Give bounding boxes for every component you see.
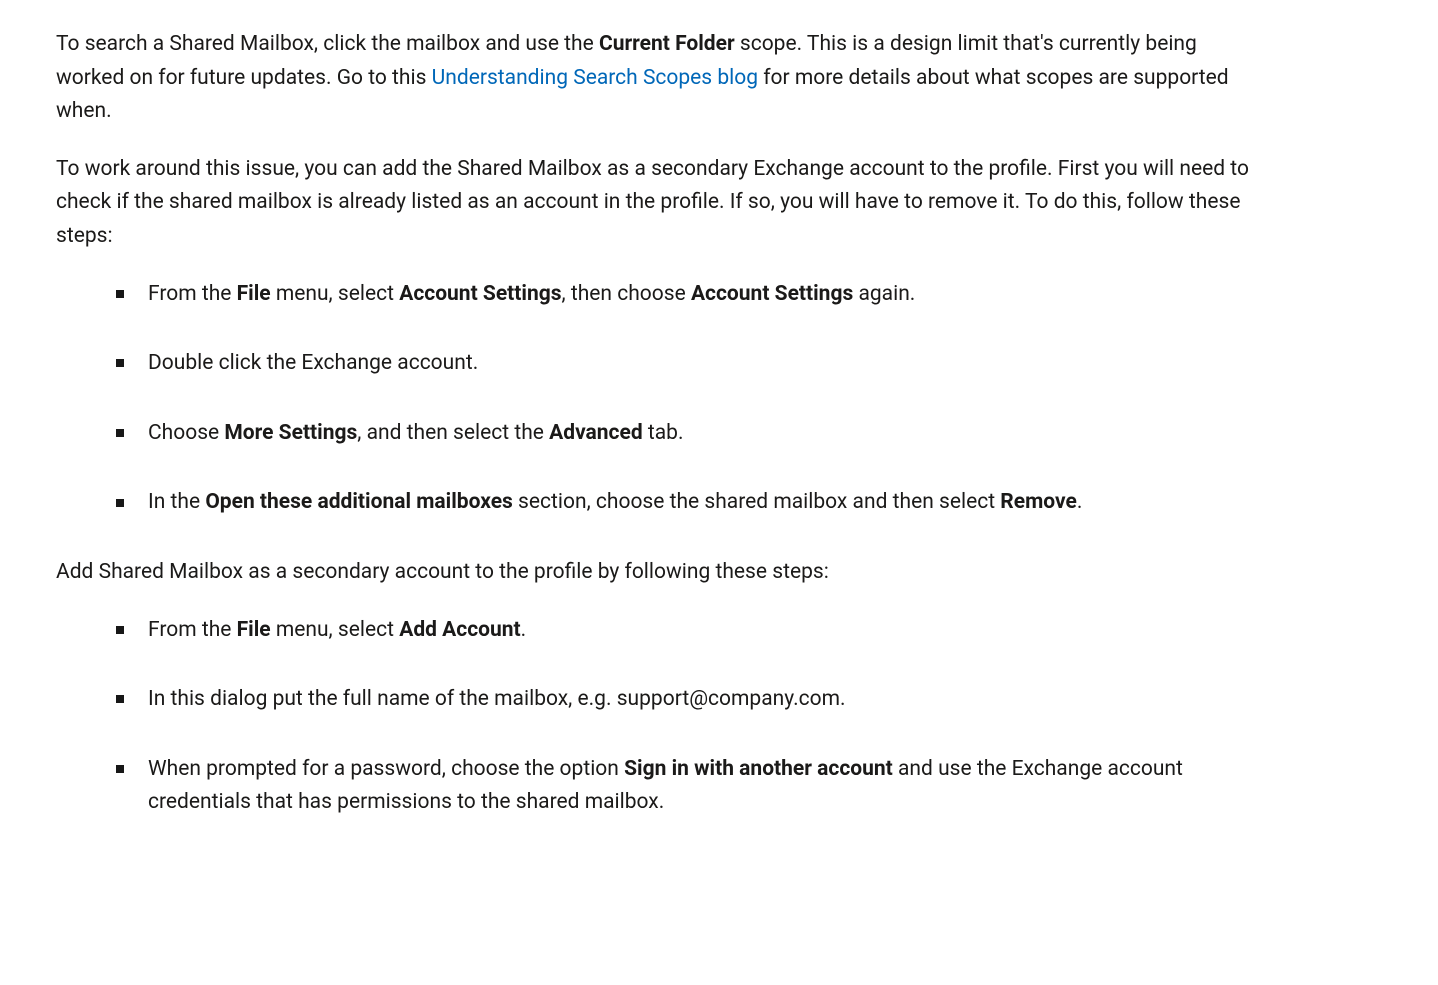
list-item: In this dialog put the full name of the … [116,683,1256,717]
text-segment: , then choose [562,282,691,306]
list-item: When prompted for a password, choose the… [116,753,1256,820]
bold-text: Advanced [549,421,643,445]
text-segment: In the [148,490,205,514]
text-segment: From the [148,618,237,642]
bold-text: Current Folder [599,32,735,56]
list-item: Double click the Exchange account. [116,347,1256,381]
text-segment: menu, select [271,282,400,306]
remove-mailbox-steps-list: From the File menu, select Account Setti… [56,278,1256,520]
text-segment: , and then select the [357,421,549,445]
search-scopes-blog-link[interactable]: Understanding Search Scopes blog [432,66,758,90]
bold-text: Account Settings [691,282,853,306]
text-segment: Choose [148,421,224,445]
bold-text: Account Settings [399,282,561,306]
intro-paragraph-2: To work around this issue, you can add t… [56,153,1256,254]
intro-paragraph-1: To search a Shared Mailbox, click the ma… [56,28,1256,129]
text-segment: menu, select [271,618,400,642]
bold-text: Open these additional mailboxes [205,490,513,514]
text-segment: From the [148,282,237,306]
bold-text: Add Account [399,618,520,642]
text-segment: tab. [643,421,684,445]
list-item: From the File menu, select Account Setti… [116,278,1256,312]
list-item: Choose More Settings, and then select th… [116,417,1256,451]
bold-text: Sign in with another account [624,757,893,781]
text-segment: To search a Shared Mailbox, click the ma… [56,32,599,56]
text-segment: . [1077,490,1083,514]
text-segment: . [521,618,527,642]
add-account-intro-paragraph: Add Shared Mailbox as a secondary accoun… [56,556,1256,590]
bold-text: Remove [1000,490,1077,514]
text-segment: In this dialog put the full name of the … [148,687,846,711]
add-account-steps-list: From the File menu, select Add Account. … [56,614,1256,820]
bold-text: File [237,282,271,306]
text-segment: section, choose the shared mailbox and t… [513,490,1000,514]
list-item: From the File menu, select Add Account. [116,614,1256,648]
list-item: In the Open these additional mailboxes s… [116,486,1256,520]
bold-text: File [237,618,271,642]
bold-text: More Settings [224,421,357,445]
text-segment: When prompted for a password, choose the… [148,757,624,781]
text-segment: again. [853,282,915,306]
text-segment: Double click the Exchange account. [148,351,478,375]
